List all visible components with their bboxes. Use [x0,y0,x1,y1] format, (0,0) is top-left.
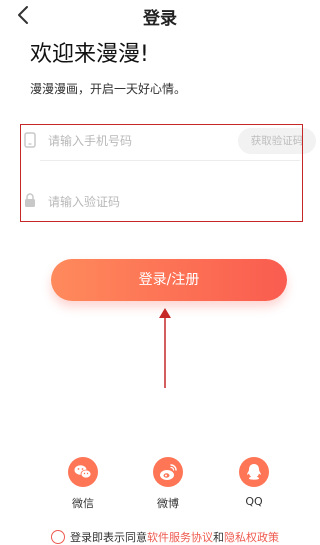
qq-label: QQ [245,495,263,508]
agreement-checkbox[interactable] [51,530,65,544]
annotation-arrow [150,300,180,392]
weibo-login-button[interactable] [153,457,183,487]
privacy-policy-link[interactable]: 隐私权政策 [224,531,279,544]
qq-login-button[interactable] [239,457,269,487]
agreement-and: 和 [213,531,224,544]
agreement-text: 登录即表示同意软件服务协议和隐私权政策 [70,529,279,545]
service-agreement-link[interactable]: 软件服务协议 [147,531,213,544]
wechat-login-button[interactable] [68,457,98,487]
agreement-prefix: 登录即表示同意 [70,531,147,544]
page-title: 登录 [143,9,177,29]
annotation-highlight-box [20,124,303,222]
wechat-label: 微信 [72,497,94,510]
wechat-icon [74,465,92,479]
welcome-heading: 欢迎来漫漫! [30,42,149,67]
weibo-label: 微博 [157,497,179,510]
welcome-subtitle: 漫漫漫画，开启一天好心情。 [30,82,187,96]
login-register-button[interactable]: 登录/注册 [51,259,287,301]
weibo-icon [160,464,177,480]
qq-icon [247,464,261,480]
